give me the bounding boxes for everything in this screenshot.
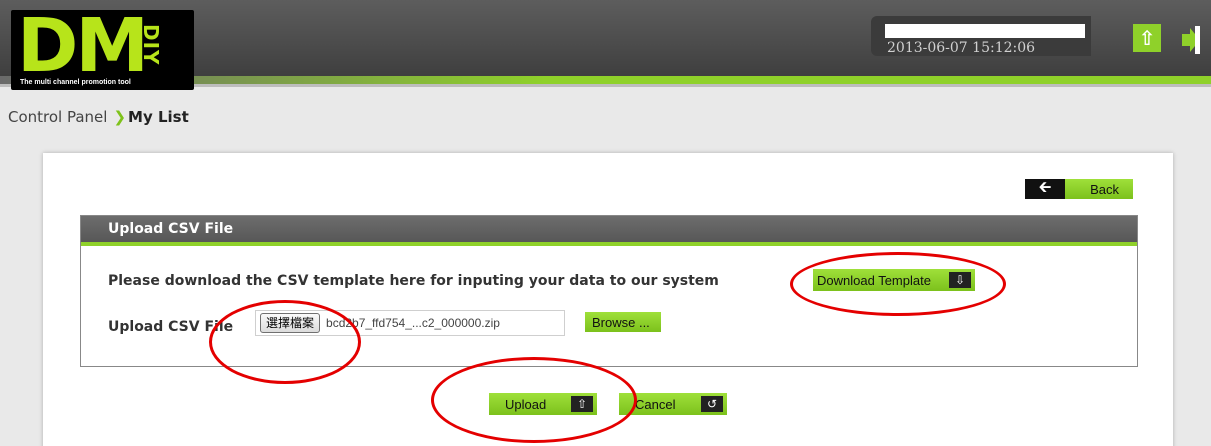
upload-arrow-button[interactable]: ⇧ [1133,24,1161,52]
breadcrumb-current: My List [128,108,189,126]
document-upload-icon: ⇧ [571,396,593,412]
undo-icon: ↺ [701,396,723,412]
section-title: Upload CSV File [81,216,1137,242]
brand-logo[interactable]: DM DIY The multi channel promotion tool [11,6,194,90]
choose-file-button[interactable]: 選擇檔案 [260,313,321,333]
user-name-field [885,24,1085,38]
current-datetime: 2013-06-07 15:12:06 [887,40,1036,56]
upload-button[interactable]: Upload ⇧ [489,393,597,415]
breadcrumb: Control Panel ❯ My List [8,108,189,126]
breadcrumb-root[interactable]: Control Panel [8,108,107,126]
download-template-label: Download Template [817,272,931,288]
cancel-button-label: Cancel [635,396,676,412]
back-button[interactable]: 🡰 Back [1025,179,1133,199]
logo-tagline: The multi channel promotion tool [20,79,131,86]
logo-diy-text: DIY [139,24,163,66]
cancel-button[interactable]: Cancel ↺ [619,393,727,415]
selected-file-name: bcd2b7_ffd754_...c2_000000.zip [326,316,500,330]
user-info-box: 2013-06-07 15:12:06 [871,16,1091,56]
back-button-label: Back [1090,181,1119,197]
arrow-left-icon: 🡰 [1025,179,1065,199]
instruction-text: Please download the CSV template here fo… [108,273,719,289]
section-title-underline [81,242,1137,246]
browse-button[interactable]: Browse ... [585,312,661,332]
upload-csv-label: Upload CSV File [108,319,234,335]
logout-icon [1182,26,1200,54]
download-template-button[interactable]: Download Template ⇩ [813,269,975,291]
upload-csv-section: Upload CSV File Please download the CSV … [80,215,1138,367]
browse-button-label: Browse ... [592,314,650,330]
logout-button[interactable] [1180,24,1202,56]
logo-dm-text: DM [17,3,149,89]
document-arrow-icon: ⇩ [949,272,971,288]
upload-button-label: Upload [505,396,547,412]
arrow-up-icon: ⇧ [1138,26,1156,50]
breadcrumb-separator-icon: ❯ [113,108,127,126]
csv-file-input[interactable]: 選擇檔案 bcd2b7_ffd754_...c2_000000.zip [255,310,565,336]
main-panel: 🡰 Back Upload CSV File Please download t… [43,153,1173,446]
